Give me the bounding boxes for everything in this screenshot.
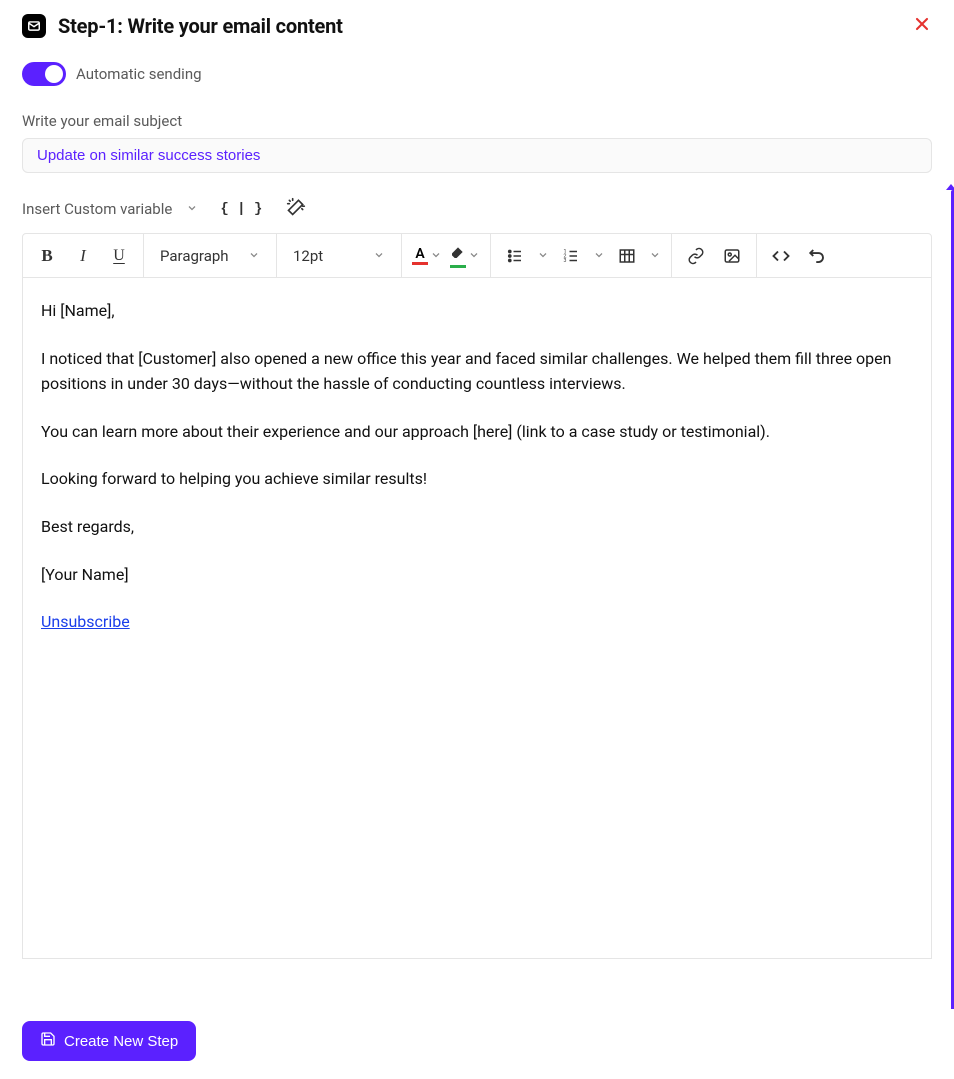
image-button[interactable]: [718, 242, 746, 270]
modal-footer: Create New Step: [0, 1009, 954, 1079]
highlighter-icon: [450, 244, 466, 264]
auto-sending-toggle[interactable]: [22, 62, 66, 86]
italic-button[interactable]: I: [69, 242, 97, 270]
page-title: Step-1: Write your email content: [58, 14, 343, 38]
create-new-step-button[interactable]: Create New Step: [22, 1021, 196, 1061]
body-signoff: Best regards,: [41, 514, 913, 540]
undo-button[interactable]: [803, 242, 831, 270]
editor-toolbar: B I U Paragraph 12pt A: [23, 234, 931, 278]
chevron-down-icon[interactable]: [537, 246, 549, 265]
auto-sending-label: Automatic sending: [76, 65, 202, 83]
body-paragraph-2: You can learn more about their experienc…: [41, 419, 913, 445]
magic-wand-button[interactable]: [284, 195, 308, 223]
paragraph-style-label: Paragraph: [160, 247, 238, 265]
numbered-list-button[interactable]: 123: [557, 242, 585, 270]
create-new-step-label: Create New Step: [64, 1033, 178, 1050]
paragraph-style-dropdown[interactable]: Paragraph: [154, 247, 266, 265]
subject-label: Write your email subject: [22, 112, 932, 130]
chevron-down-icon: [186, 200, 198, 218]
unsubscribe-link[interactable]: Unsubscribe: [41, 612, 130, 631]
link-button[interactable]: [682, 242, 710, 270]
bullet-list-button[interactable]: [501, 242, 529, 270]
subject-input[interactable]: [22, 138, 932, 173]
chevron-down-icon[interactable]: [649, 246, 661, 265]
code-view-button[interactable]: [767, 242, 795, 270]
save-icon: [40, 1031, 56, 1051]
table-button[interactable]: [613, 242, 641, 270]
insert-custom-variable-dropdown[interactable]: Insert Custom variable: [22, 200, 198, 218]
highlight-color-button[interactable]: [450, 244, 480, 268]
insert-custom-variable-label: Insert Custom variable: [22, 200, 172, 218]
editor: B I U Paragraph 12pt A: [22, 233, 932, 959]
bold-button[interactable]: B: [33, 242, 61, 270]
insert-variable-braces-button[interactable]: { | }: [216, 199, 266, 219]
editor-body[interactable]: Hi [Name], I noticed that [Customer] als…: [23, 278, 931, 958]
body-greeting: Hi [Name],: [41, 298, 913, 324]
close-icon[interactable]: [912, 14, 932, 38]
auto-sending-row: Automatic sending: [0, 48, 954, 94]
svg-text:3: 3: [564, 258, 567, 264]
chevron-down-icon: [373, 247, 385, 265]
font-size-dropdown[interactable]: 12pt: [287, 247, 391, 265]
chevron-down-icon: [468, 246, 480, 265]
body-paragraph-1: I noticed that [Customer] also opened a …: [41, 346, 913, 397]
text-color-button[interactable]: A: [412, 246, 442, 265]
mail-icon: [22, 14, 46, 38]
chevron-down-icon: [430, 246, 442, 265]
modal-header: Step-1: Write your email content: [0, 0, 954, 48]
body-signature: [Your Name]: [41, 562, 913, 588]
chevron-down-icon[interactable]: [593, 246, 605, 265]
body-paragraph-3: Looking forward to helping you achieve s…: [41, 466, 913, 492]
underline-button[interactable]: U: [105, 242, 133, 270]
font-size-label: 12pt: [293, 247, 363, 265]
chevron-down-icon: [248, 247, 260, 265]
